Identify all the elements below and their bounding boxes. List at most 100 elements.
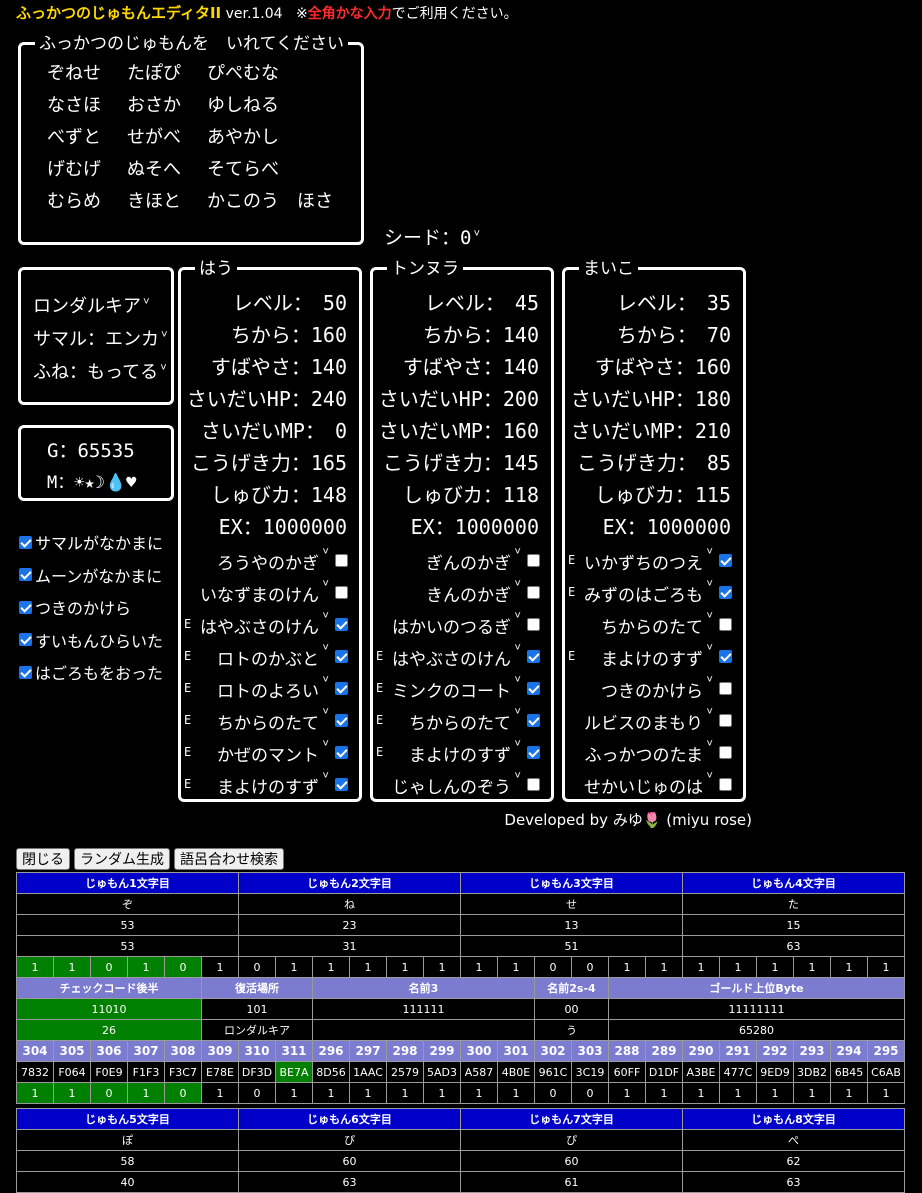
- item-row[interactable]: ルビスのまもり ˅: [565, 705, 743, 734]
- item-select[interactable]: ろうやのかぎ: [217, 549, 319, 574]
- item-row[interactable]: きんのかぎ ˅: [373, 577, 551, 606]
- random-generate-button[interactable]: ランダム生成: [74, 848, 170, 870]
- character-stat[interactable]: こうげき力： 85: [577, 447, 731, 476]
- item-row[interactable]: ちからのたて ˅: [565, 609, 743, 638]
- flag-item[interactable]: ムーンがなかまに: [19, 559, 163, 592]
- item-row[interactable]: E ミンクのコート ˅: [373, 673, 551, 702]
- character-stat[interactable]: EX：1000000: [603, 511, 731, 540]
- flag-checkbox[interactable]: [19, 665, 32, 679]
- item-row[interactable]: E まよけのすず ˅: [373, 737, 551, 766]
- character-stat[interactable]: レベル： 45: [425, 287, 539, 316]
- character-stat[interactable]: すばやさ：140: [403, 351, 539, 380]
- character-stat[interactable]: すばやさ：140: [211, 351, 347, 380]
- character-stat[interactable]: さいだいHP：180: [571, 383, 731, 412]
- flag-item[interactable]: すいもんひらいた: [19, 624, 163, 657]
- password-window[interactable]: ふっかつのじゅもんを いれてください ぞねせ たぽぴ ぴぺむな なさほ おさか ゆしねるべ…: [18, 34, 364, 245]
- location-select[interactable]: ロンダルキア ˅: [33, 292, 150, 318]
- password-word[interactable]: あやかし: [207, 127, 387, 149]
- equip-checkbox[interactable]: [335, 682, 348, 695]
- password-word[interactable]: げむげ: [47, 159, 127, 181]
- item-select[interactable]: じゃしんのぞう: [392, 773, 511, 798]
- equip-checkbox[interactable]: [719, 618, 732, 631]
- character-stat[interactable]: しゅびカ：118: [403, 479, 539, 508]
- character-stat[interactable]: しゅびカ：148: [211, 479, 347, 508]
- character-stat[interactable]: しゅびカ：115: [595, 479, 731, 508]
- password-word[interactable]: きほと: [127, 191, 207, 213]
- character-stat[interactable]: さいだいMP：210: [571, 415, 731, 444]
- item-row[interactable]: E みずのはごろも ˅: [565, 577, 743, 606]
- equip-checkbox[interactable]: [719, 778, 732, 791]
- password-word[interactable]: ぴぺむな: [207, 63, 387, 85]
- item-select[interactable]: ふっかつのたま: [585, 741, 704, 766]
- item-select[interactable]: まよけのすず: [217, 773, 319, 798]
- equip-checkbox[interactable]: [719, 714, 732, 727]
- equip-checkbox[interactable]: [335, 650, 348, 663]
- equip-checkbox[interactable]: [527, 650, 540, 663]
- item-select[interactable]: つきのかけら: [601, 677, 703, 702]
- item-row[interactable]: じゃしんのぞう ˅: [373, 769, 551, 798]
- item-select[interactable]: はかいのつるぎ: [392, 613, 511, 638]
- password-word[interactable]: べずと: [47, 127, 127, 149]
- character-stat[interactable]: こうげき力：145: [383, 447, 539, 476]
- password-word[interactable]: たぽぴ: [127, 63, 207, 85]
- flag-checkbox[interactable]: [19, 535, 32, 549]
- equip-checkbox[interactable]: [527, 746, 540, 759]
- item-row[interactable]: E はやぶさのけん ˅: [373, 641, 551, 670]
- item-row[interactable]: ろうやのかぎ ˅: [181, 545, 359, 574]
- goro-search-button[interactable]: 語呂合わせ検索: [174, 848, 284, 870]
- equip-checkbox[interactable]: [527, 714, 540, 727]
- character-stat[interactable]: こうげき力：165: [191, 447, 347, 476]
- character-stat[interactable]: EX：1000000: [411, 511, 539, 540]
- item-row[interactable]: E まよけのすず ˅: [181, 769, 359, 798]
- password-word[interactable]: おさか: [127, 95, 207, 117]
- sumaru-select[interactable]: サマル：エンカ ˅: [33, 325, 168, 351]
- item-row[interactable]: E いかずちのつえ ˅: [565, 545, 743, 574]
- equip-checkbox[interactable]: [527, 554, 540, 567]
- character-stat[interactable]: さいだいHP：200: [379, 383, 539, 412]
- equip-checkbox[interactable]: [335, 778, 348, 791]
- equip-checkbox[interactable]: [335, 714, 348, 727]
- item-row[interactable]: E ロトのかぶと ˅: [181, 641, 359, 670]
- character-stat[interactable]: レベル： 35: [617, 287, 731, 316]
- equip-checkbox[interactable]: [527, 618, 540, 631]
- password-word[interactable]: ぞねせ: [47, 63, 127, 85]
- character-stat[interactable]: さいだいMP： 0: [201, 415, 347, 444]
- item-row[interactable]: E はやぶさのけん ˅: [181, 609, 359, 638]
- password-word[interactable]: なさほ: [47, 95, 127, 117]
- item-select[interactable]: ちからのたて: [217, 709, 319, 734]
- password-grid[interactable]: ぞねせ たぽぴ ぴぺむな なさほ おさか ゆしねる べずと せがべ あやかし げむげ ぬそへ そてらべ…: [47, 63, 387, 213]
- item-row[interactable]: いなずまのけん ˅: [181, 577, 359, 606]
- equip-checkbox[interactable]: [719, 682, 732, 695]
- character-stat[interactable]: すばやさ：160: [595, 351, 731, 380]
- seed-select[interactable]: シード：0 ˅: [384, 223, 480, 250]
- equip-checkbox[interactable]: [719, 650, 732, 663]
- item-row[interactable]: E ちからのたて ˅: [373, 705, 551, 734]
- gold-value[interactable]: G：65535: [47, 436, 135, 463]
- flag-checkbox[interactable]: [19, 633, 32, 647]
- item-select[interactable]: ぎんのかぎ: [426, 549, 511, 574]
- item-select[interactable]: ロトのかぶと: [217, 645, 319, 670]
- password-word[interactable]: むらめ: [47, 191, 127, 213]
- flag-checkbox[interactable]: [19, 568, 32, 582]
- item-select[interactable]: ルビスのまもり: [584, 709, 703, 734]
- character-name[interactable]: はう: [195, 259, 237, 279]
- marks-value[interactable]: M：☀★☽💧♥: [47, 468, 136, 493]
- password-word[interactable]: かこのう ほさ: [207, 191, 387, 213]
- equip-checkbox[interactable]: [527, 586, 540, 599]
- equip-checkbox[interactable]: [719, 746, 732, 759]
- flag-item[interactable]: はごろもをおった: [19, 656, 163, 689]
- item-row[interactable]: ぎんのかぎ ˅: [373, 545, 551, 574]
- item-select[interactable]: はやぶさのけん: [392, 645, 511, 670]
- character-stat[interactable]: さいだいHP：240: [187, 383, 347, 412]
- item-row[interactable]: E ちからのたて ˅: [181, 705, 359, 734]
- flag-item[interactable]: サマルがなかまに: [19, 526, 163, 559]
- item-select[interactable]: ロトのよろい: [217, 677, 319, 702]
- character-name[interactable]: トンヌラ: [387, 259, 463, 279]
- item-row[interactable]: E ロトのよろい ˅: [181, 673, 359, 702]
- item-row[interactable]: せかいじゅのは ˅: [565, 769, 743, 798]
- character-stat[interactable]: ちから：160: [231, 319, 347, 348]
- password-word[interactable]: そてらべ: [207, 159, 387, 181]
- item-select[interactable]: ミンクのコート: [392, 677, 511, 702]
- equip-checkbox[interactable]: [335, 746, 348, 759]
- item-row[interactable]: はかいのつるぎ ˅: [373, 609, 551, 638]
